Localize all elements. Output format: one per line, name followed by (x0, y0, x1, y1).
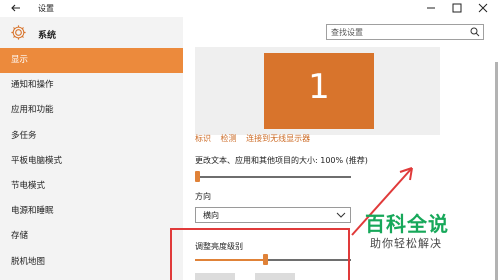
sidebar: 系统 显示 通知和操作 应用和功能 多任务 平板电脑模式 节电模式 电源和睡眠 … (0, 17, 183, 280)
chevron-down-icon (336, 212, 346, 218)
scale-label: 更改文本、应用和其他项目的大小: 100% (推荐) (195, 156, 368, 165)
sidebar-item-offline-maps[interactable]: 脱机地图 (0, 250, 183, 275)
orientation-value: 横向 (203, 211, 219, 220)
gear-icon (11, 25, 26, 40)
sidebar-header-label: 系统 (38, 31, 57, 41)
sidebar-nav: 显示 通知和操作 应用和功能 多任务 平板电脑模式 节电模式 电源和睡眠 存储 … (0, 48, 183, 275)
close-icon[interactable] (476, 2, 490, 14)
sidebar-item-power-sleep[interactable]: 电源和睡眠 (0, 199, 183, 224)
sidebar-item-multitasking[interactable]: 多任务 (0, 124, 183, 149)
maximize-icon[interactable] (450, 2, 464, 14)
sidebar-item-display[interactable]: 显示 (0, 48, 183, 74)
monitor-tile[interactable]: 1 (264, 53, 374, 129)
window-title: 设置 (38, 4, 54, 13)
search-input[interactable]: 查找设置 (326, 24, 484, 40)
orientation-label: 方向 (195, 192, 211, 201)
sidebar-item-storage[interactable]: 存储 (0, 224, 183, 249)
wireless-display-link[interactable]: 连接到无线显示器 (246, 134, 310, 143)
scale-slider-track[interactable] (195, 176, 351, 178)
watermark-tagline: 助你轻松解决 (370, 237, 442, 250)
detect-link[interactable]: 检测 (221, 134, 237, 143)
watermark-logo: 百科全说 (365, 212, 449, 236)
sidebar-item-battery-saver[interactable]: 节电模式 (0, 174, 183, 199)
title-bar: 设置 (0, 0, 500, 17)
minimize-icon[interactable] (424, 2, 438, 14)
sidebar-header: 系统 (0, 20, 183, 46)
scale-slider-thumb[interactable] (195, 171, 200, 182)
sidebar-item-apps[interactable]: 应用和功能 (0, 98, 183, 123)
back-arrow-icon[interactable] (10, 2, 22, 14)
highlight-box (170, 228, 350, 280)
search-placeholder: 查找设置 (331, 28, 363, 37)
sidebar-item-notifications[interactable]: 通知和操作 (0, 73, 183, 98)
monitor-number: 1 (308, 67, 330, 107)
settings-window: 设置 系统 显示 通知和操作 应用和功能 多任务 平板电脑模式 节电模式 电源和… (0, 0, 500, 280)
orientation-select[interactable]: 横向 (195, 207, 351, 223)
sidebar-item-tablet-mode[interactable]: 平板电脑模式 (0, 149, 183, 174)
scrollbar[interactable] (495, 62, 498, 280)
identify-link[interactable]: 标识 (195, 134, 211, 143)
search-icon[interactable] (470, 27, 480, 37)
monitor-arrangement: 1 (195, 47, 440, 135)
display-links: 标识 检测 连接到无线显示器 (195, 133, 317, 144)
